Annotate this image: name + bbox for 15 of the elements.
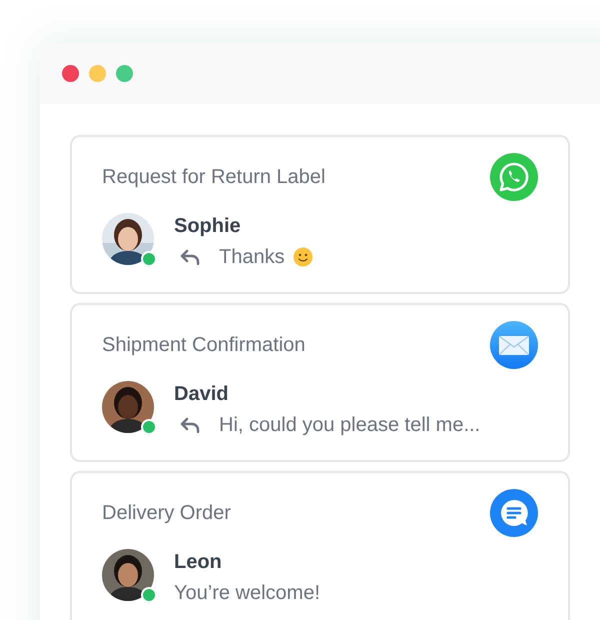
envelope-icon <box>490 321 538 369</box>
phone-chat-icon <box>490 153 538 201</box>
conversation-subject: Delivery Order <box>102 501 231 526</box>
conversation-subject: Shipment Confirmation <box>102 333 306 358</box>
message-preview: Hi, could you please tell me... <box>219 413 480 438</box>
message-preview: Thanks <box>219 245 285 270</box>
chat-bubble-icon <box>490 489 538 537</box>
message-preview: You’re welcome! <box>174 581 320 606</box>
conversation-card[interactable]: Request for Return Label Sophie Thanks <box>70 135 570 294</box>
contact-name: David <box>174 382 230 406</box>
conversation-card[interactable]: Shipment Confirmation David Hi, could you please tell me... <box>70 303 570 462</box>
conversation-card[interactable]: Delivery Order Leon You’re welcome! <box>70 471 570 620</box>
contact-name: Sophie <box>174 214 242 238</box>
contact-name: Leon <box>174 550 223 574</box>
conversation-subject: Request for Return Label <box>102 165 326 190</box>
